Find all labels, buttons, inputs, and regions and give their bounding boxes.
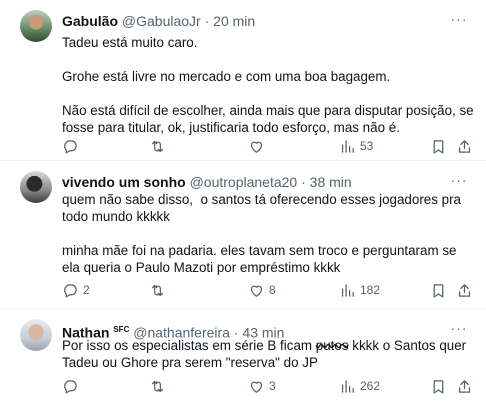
bookmark-icon [433, 283, 444, 298]
author-handle[interactable]: @outroplaneta20 [190, 174, 298, 190]
like-button[interactable] [248, 136, 269, 156]
more-dots-icon[interactable]: ··· [450, 12, 468, 30]
retweet-icon [151, 140, 164, 152]
tweet-text: Tadeu está muito caro. Grohe está livre … [62, 34, 474, 136]
like-button[interactable]: 3 [248, 376, 276, 396]
more-dots-icon[interactable]: ··· [450, 173, 468, 191]
heart-icon [250, 285, 263, 297]
timestamp[interactable]: 20 min [213, 13, 255, 29]
tweet[interactable]: vivendo um sonho @outroplaneta20 · 38 mi… [0, 161, 486, 309]
bookmark-button[interactable] [430, 136, 447, 156]
tweet[interactable]: Nathan SFC @nathanfereira · 43 min ··· P… [0, 309, 486, 409]
heart-icon [250, 381, 263, 393]
views-chart-icon [341, 379, 354, 393]
retweet-icon [151, 380, 164, 392]
views-count: 53 [360, 139, 374, 153]
tweet-paragraph: Não está difícil de escolher, ainda mais… [62, 103, 478, 135]
retweet-button[interactable] [149, 376, 170, 396]
avatar[interactable] [20, 171, 52, 203]
retweet-icon [151, 284, 164, 296]
reply-icon [64, 283, 77, 298]
reply-count: 2 [83, 283, 90, 297]
retweet-button[interactable] [149, 280, 170, 300]
tweet[interactable]: Gabulão @GabulaoJr · 20 min ··· Tadeu es… [0, 0, 486, 161]
share-button[interactable] [456, 280, 473, 300]
views-button[interactable]: 262 [339, 376, 380, 396]
tweet-header: vivendo um sonho @outroplaneta20 · 38 mi… [62, 173, 352, 191]
share-icon [458, 379, 471, 393]
reply-icon [64, 379, 77, 394]
tweet-text: Por isso os especialistas em série B fic… [62, 337, 474, 371]
reply-button[interactable] [62, 136, 83, 156]
tweet-actions: 53 [62, 136, 474, 156]
tweet-text-before: Por isso os especialistas em série B fic… [62, 338, 316, 353]
separator: · [204, 13, 210, 29]
tweet-paragraph: Tadeu está muito caro. [62, 35, 198, 50]
heart-icon [250, 141, 263, 153]
tweet-text: quem não sabe disso, o santos tá oferece… [62, 191, 474, 276]
share-button[interactable] [456, 376, 473, 396]
views-chart-icon [341, 139, 354, 153]
separator: · [301, 174, 306, 190]
reply-button[interactable]: 2 [62, 280, 90, 300]
like-count: 3 [269, 379, 276, 393]
views-chart-icon [341, 283, 354, 297]
bookmark-button[interactable] [430, 376, 447, 396]
like-button[interactable]: 8 [248, 280, 276, 300]
tweet-actions: 2 8 182 [62, 280, 474, 300]
like-count: 8 [269, 283, 276, 297]
tweet-paragraph: Grohe está livre no mercado e com uma bo… [62, 69, 391, 84]
bookmark-button[interactable] [430, 280, 447, 300]
reply-icon [64, 139, 77, 154]
timestamp[interactable]: 38 min [310, 174, 352, 190]
tweet-paragraph: minha mãe foi na padaria. eles tavam sem… [62, 243, 461, 275]
tweet-header: Gabulão @GabulaoJr · 20 min [62, 12, 255, 30]
struck-word: putos [315, 338, 349, 353]
retweet-button[interactable] [149, 136, 170, 156]
share-button[interactable] [456, 136, 473, 156]
reply-button[interactable] [62, 376, 83, 396]
tweet-paragraph: Por isso os especialistas em série B fic… [62, 337, 474, 371]
avatar[interactable] [20, 319, 52, 351]
author-name[interactable]: vivendo um sonho [62, 174, 186, 190]
views-count: 182 [360, 283, 381, 297]
bookmark-icon [433, 379, 444, 394]
tweet-paragraph: quem não sabe disso, o santos tá oferece… [62, 192, 465, 224]
bookmark-icon [433, 139, 444, 154]
views-button[interactable]: 182 [339, 280, 380, 300]
views-count: 262 [360, 379, 381, 393]
author-handle[interactable]: @GabulaoJr [122, 13, 201, 29]
author-name[interactable]: Gabulão [62, 13, 118, 29]
tweet-actions: 3 262 [62, 376, 474, 396]
share-icon [458, 139, 471, 153]
share-icon [458, 283, 471, 297]
club-badge: SFC [113, 325, 130, 334]
avatar[interactable] [20, 10, 52, 42]
views-button[interactable]: 53 [339, 136, 373, 156]
